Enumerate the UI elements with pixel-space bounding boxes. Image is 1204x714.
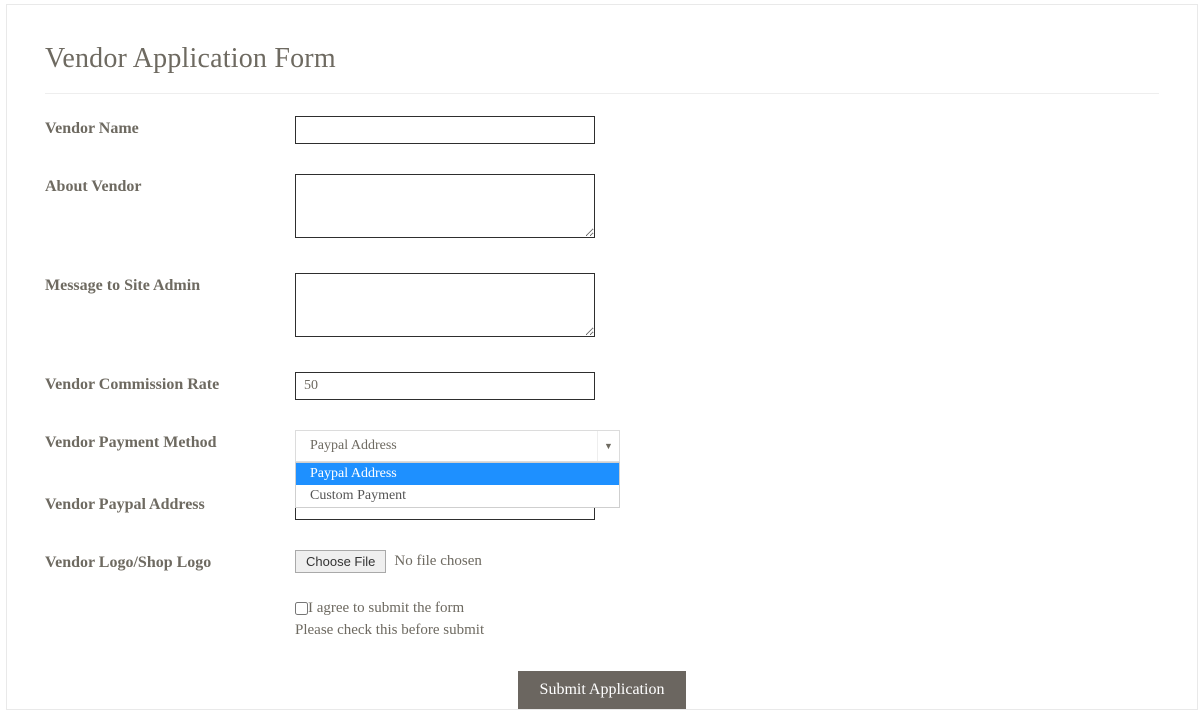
choose-file-button[interactable]: Choose File — [295, 550, 386, 573]
message-admin-textarea[interactable] — [295, 273, 595, 337]
payment-method-selected-value: Paypal Address — [310, 438, 397, 454]
row-commission-rate: Vendor Commission Rate — [45, 372, 1159, 400]
label-commission-rate: Vendor Commission Rate — [45, 372, 295, 394]
commission-rate-input[interactable] — [295, 372, 595, 400]
label-payment-method: Vendor Payment Method — [45, 430, 295, 452]
agree-hint: Please check this before submit — [295, 619, 1159, 641]
label-message-admin: Message to Site Admin — [45, 273, 295, 295]
row-agree: I agree to submit the form Please check … — [295, 597, 1159, 641]
row-about-vendor: About Vendor — [45, 174, 1159, 243]
vendor-name-input[interactable] — [295, 116, 595, 144]
row-vendor-name: Vendor Name — [45, 116, 1159, 144]
row-message-admin: Message to Site Admin — [45, 273, 1159, 342]
about-vendor-textarea[interactable] — [295, 174, 595, 238]
vendor-form: Vendor Name About Vendor Message to Site… — [45, 116, 1159, 709]
payment-method-option-custom[interactable]: Custom Payment — [296, 485, 619, 507]
row-payment-method: Vendor Payment Method Paypal Address ▼ P… — [45, 430, 1159, 462]
row-logo: Vendor Logo/Shop Logo Choose File No fil… — [45, 550, 1159, 573]
submit-row: Submit Application — [45, 671, 1159, 709]
file-status-text: No file chosen — [394, 553, 481, 570]
label-vendor-name: Vendor Name — [45, 116, 295, 138]
divider — [45, 93, 1159, 94]
label-logo: Vendor Logo/Shop Logo — [45, 550, 295, 572]
payment-method-option-paypal[interactable]: Paypal Address — [296, 463, 619, 485]
agree-label: I agree to submit the form — [308, 600, 464, 616]
label-about-vendor: About Vendor — [45, 174, 295, 196]
submit-application-button[interactable]: Submit Application — [518, 671, 687, 709]
form-container: Vendor Application Form Vendor Name Abou… — [6, 4, 1198, 710]
agree-checkbox[interactable] — [295, 602, 308, 615]
chevron-down-icon: ▼ — [597, 431, 619, 461]
payment-method-select[interactable]: Paypal Address ▼ — [295, 430, 620, 462]
payment-method-select-wrap: Paypal Address ▼ Paypal Address Custom P… — [295, 430, 620, 462]
page-title: Vendor Application Form — [45, 43, 1159, 75]
label-paypal-address: Vendor Paypal Address — [45, 492, 295, 514]
payment-method-dropdown: Paypal Address Custom Payment — [295, 462, 620, 508]
